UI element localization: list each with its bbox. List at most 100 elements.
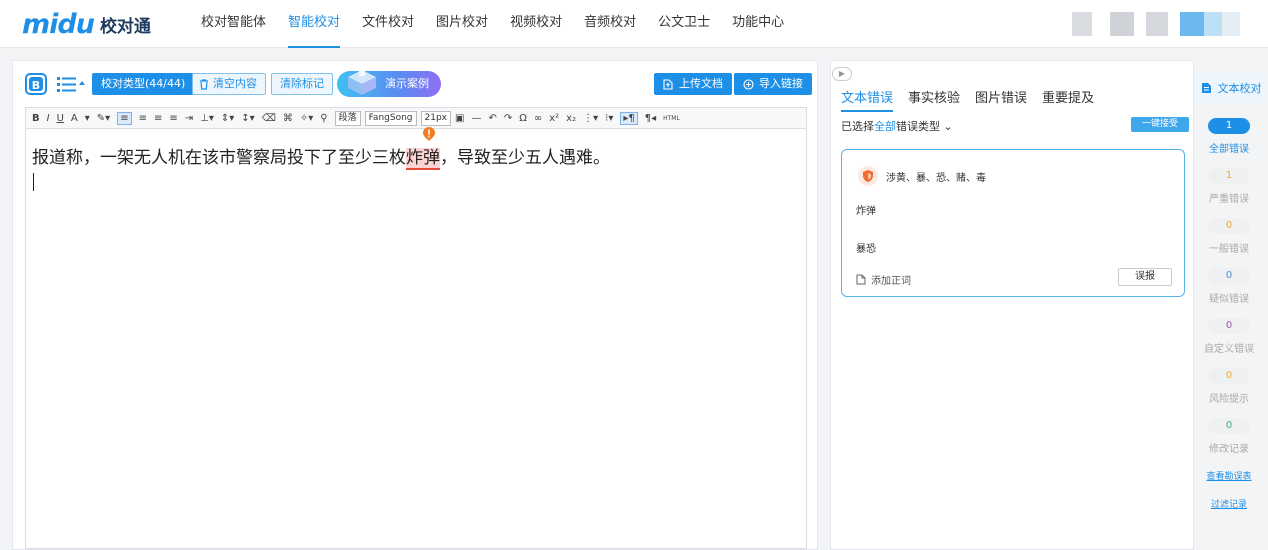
error-card[interactable]: 涉黄、暴、恐、赌、毒 炸弹 暴恐 添加正词 误报 [841,149,1185,297]
add-correct-word-button[interactable]: 添加正词 [856,272,911,287]
redo-icon[interactable]: ↷ [504,113,512,124]
upload-doc-label: 上传文档 [679,77,723,90]
accept-all-button[interactable]: 一键接受 [1131,117,1189,132]
editor-toolbar: B I U A ▾ ✎▾ ≡ ≡ ≡ ≡ ⇥ ⊥▾ ⇕▾ ↕▾ ⌫ ⌘ ✧▾ ⚲… [25,107,807,129]
nav-video-proofread[interactable]: 视频校对 [499,0,573,48]
text-cursor [33,173,34,191]
nav-smart-proofread[interactable]: 智能校对 [277,0,351,48]
label-risk-alerts[interactable]: 风险提示 [1196,390,1262,405]
filter-records-link[interactable]: 过滤记录 [1196,497,1262,510]
error-marker-icon[interactable] [423,127,435,141]
blurred-user-area[interactable] [1110,12,1134,36]
highlighted-error-word[interactable]: 炸弹 [406,148,440,170]
nav-doc-guard[interactable]: 公文卫士 [647,0,721,48]
clear-format-icon[interactable]: ✧▾ [300,113,313,124]
upload-doc-button[interactable]: 上传文档 [654,73,732,95]
count-edit-history[interactable]: 0 [1208,418,1250,434]
undo-icon[interactable]: ↶ [488,113,496,124]
ordered-list-icon[interactable]: ⋮▾ [583,113,598,124]
count-general-errors[interactable]: 0 [1208,218,1250,234]
label-all-errors[interactable]: 全部错误 [1196,140,1262,155]
label-suspected-errors[interactable]: 疑似错误 [1196,290,1262,305]
count-all-errors[interactable]: 1 [1208,118,1250,134]
highlight-color-icon[interactable]: ▾ [85,113,90,124]
italic-button[interactable]: I [47,113,50,124]
rtl-icon[interactable]: ¶◂ [645,113,656,124]
bold-format-icon[interactable]: B [25,73,47,95]
vertical-align-icon[interactable]: ⊥▾ [200,113,214,124]
subscript-icon[interactable]: x₂ [566,113,576,124]
demo-case-label: 演示案例 [385,77,429,90]
label-severe-errors[interactable]: 严重错误 [1196,190,1262,205]
clear-marks-button[interactable]: 清除标记 [271,73,333,95]
error-type-filter[interactable]: 已选择全部错误类型 ⌄ [841,118,953,134]
filter-all: 全部 [874,120,896,133]
proofread-type-button[interactable]: 校对类型(44/44) [92,73,195,95]
font-family-select[interactable]: FangSong [364,110,417,126]
paragraph-select[interactable]: 段落 [334,110,361,126]
logo[interactable]: midu 校对通 [22,8,151,40]
logo-text: 校对通 [99,16,151,37]
import-link-button[interactable]: 导入链接 [734,73,812,95]
nav-function-center[interactable]: 功能中心 [721,0,795,48]
nav-audio-proofread[interactable]: 音频校对 [573,0,647,48]
tab-important-mentions[interactable]: 重要提及 [1042,87,1094,112]
count-risk-alerts[interactable]: 0 [1208,368,1250,384]
align-right-icon[interactable]: ≡ [154,113,162,124]
nav-agent[interactable]: 校对智能体 [190,0,277,48]
editor-text-area[interactable]: 报道称，一架无人机在该市警察局投下了至少三枚炸弹，导致至少五人遇难。 [25,127,807,549]
chevron-down-icon: ⌄ [943,120,953,133]
count-custom-errors[interactable]: 0 [1208,318,1250,334]
format-painter-icon[interactable]: ⌘ [283,113,293,124]
count-suspected-errors[interactable]: 0 [1208,268,1250,284]
indent-icon[interactable]: ⇥ [185,113,193,124]
underline-button[interactable]: U [57,113,64,124]
view-errata-link[interactable]: 查看勘误表 [1196,469,1262,482]
font-size-select[interactable]: 21px [420,110,451,126]
svg-text:B: B [32,79,40,92]
blurred-user-area[interactable] [1072,12,1092,36]
trash-icon [200,79,208,90]
tab-text-errors[interactable]: 文本错误 [841,87,894,112]
align-left-icon[interactable]: ≡ [117,111,132,125]
count-severe-errors[interactable]: 1 [1208,168,1250,184]
editor-panel: B 校对类型(44/44) 清空内容 清除标记 演示案例 上传文档 导入链接 B… [12,60,818,550]
list-menu-icon[interactable] [57,76,85,92]
label-edit-history[interactable]: 修改记录 [1196,440,1262,455]
horizontal-rule-icon[interactable]: — [471,113,481,124]
find-icon[interactable]: ⚲ [320,113,327,124]
results-tabs: 文本错误 事实核验 图片错误 重要提及 [841,87,1109,112]
brush-icon[interactable]: ✎▾ [97,113,110,124]
bold-button[interactable]: B [32,113,40,124]
eraser-icon[interactable]: ⌫ [262,113,276,124]
demo-case-button[interactable]: 演示案例 [337,67,441,97]
paragraph-spacing-icon[interactable]: ⇕▾ [221,113,234,124]
collapse-panel-icon[interactable]: ▶ [832,67,852,81]
label-custom-errors[interactable]: 自定义错误 [1196,340,1262,355]
align-justify-icon[interactable]: ≡ [169,113,177,124]
tab-fact-check[interactable]: 事实核验 [908,87,960,112]
nav-file-proofread[interactable]: 文件校对 [351,0,425,48]
blurred-user-avatar[interactable] [1180,12,1240,36]
unordered-list-icon[interactable]: ⁝▾ [605,113,613,124]
line-height-icon[interactable]: ↕▾ [241,113,254,124]
add-correct-word-label: 添加正词 [871,276,911,287]
tab-image-errors[interactable]: 图片错误 [975,87,1027,112]
html-source-button[interactable]: HTML [663,115,680,122]
align-center-icon[interactable]: ≡ [139,113,147,124]
image-icon[interactable]: ▣ [455,113,464,124]
text-proofread-button[interactable]: 文本校对 [1196,72,1266,104]
top-bar: midu 校对通 校对智能体 智能校对 文件校对 图片校对 视频校对 音频校对 … [0,0,1268,48]
link-icon[interactable]: ∞ [534,113,542,124]
label-general-errors[interactable]: 一般错误 [1196,240,1262,255]
blurred-user-area[interactable] [1146,12,1168,36]
superscript-icon[interactable]: x² [549,113,559,124]
font-color-button[interactable]: A [71,113,78,124]
special-char-icon[interactable]: Ω [519,113,527,124]
nav-image-proofread[interactable]: 图片校对 [425,0,499,48]
stats-sidebar: 文本校对 1 全部错误 1 严重错误 0 一般错误 0 疑似错误 0 自定义错误… [1196,60,1266,550]
clear-content-button[interactable]: 清空内容 [192,73,266,95]
import-link-label: 导入链接 [759,77,803,90]
false-report-button[interactable]: 误报 [1118,268,1172,286]
ltr-icon[interactable]: ▸¶ [620,111,638,125]
